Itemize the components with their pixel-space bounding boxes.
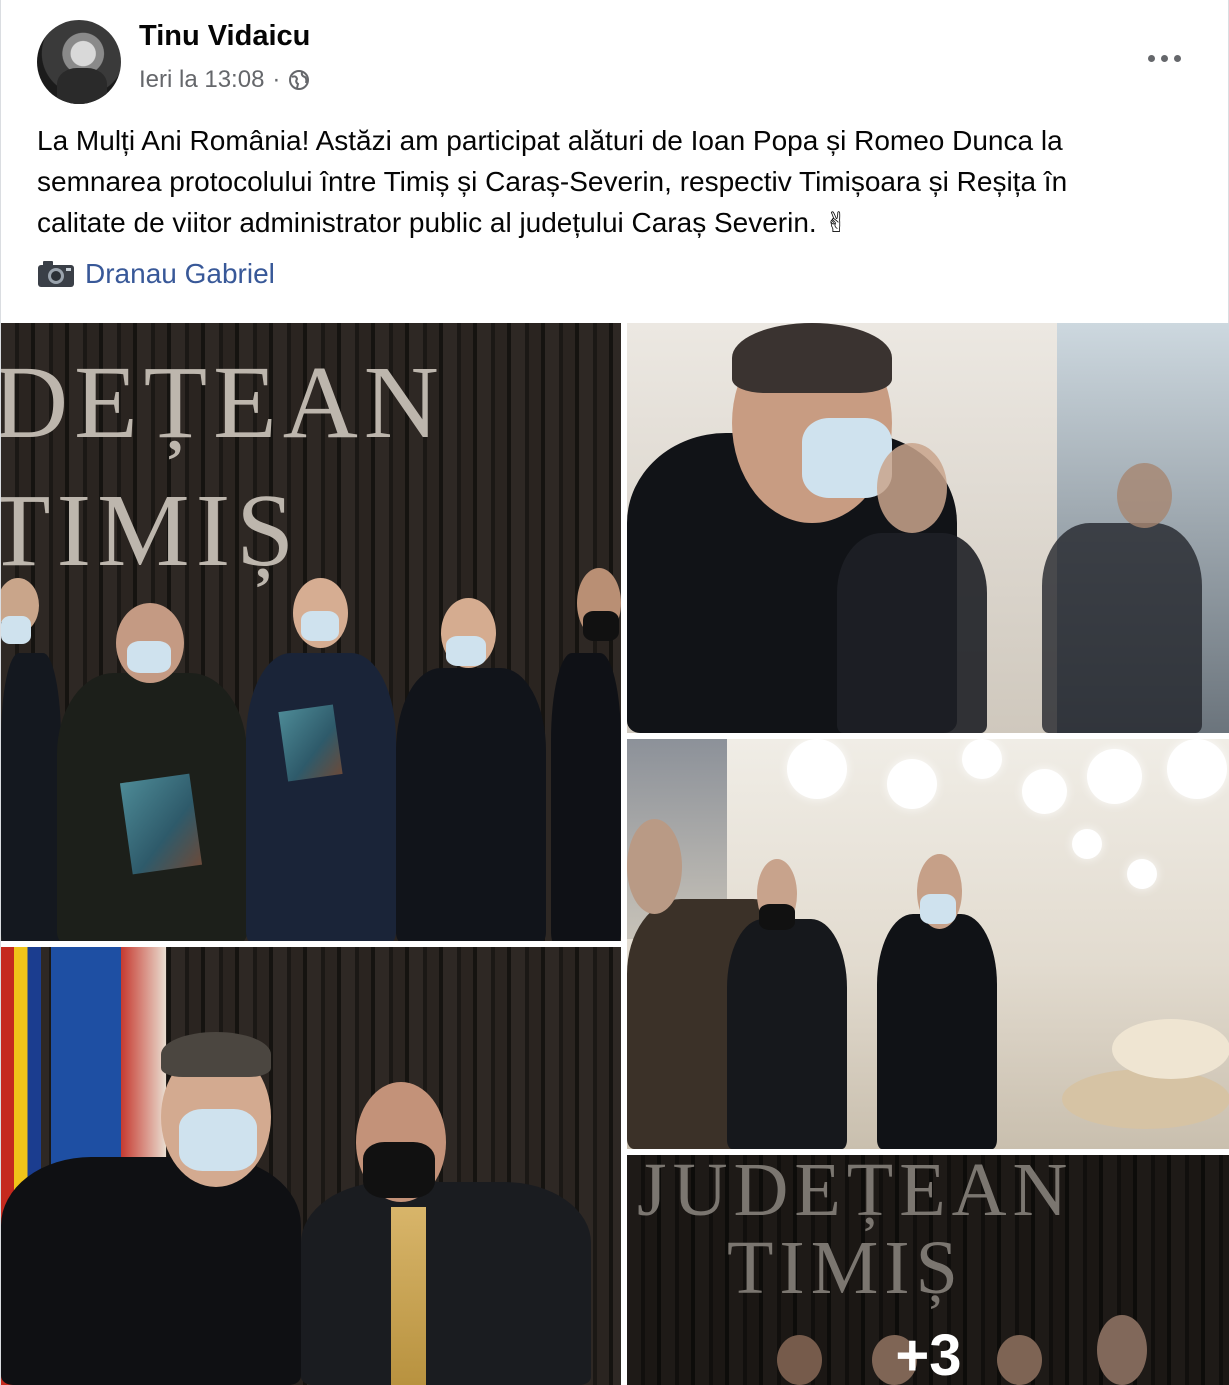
photo-4[interactable]: [1, 947, 621, 1385]
camera-icon: [37, 259, 75, 289]
author-avatar[interactable]: [37, 20, 121, 104]
post-timestamp[interactable]: Ieri la 13:08: [139, 66, 264, 94]
wall-lettering: DEȚEAN: [1, 345, 445, 460]
photo-3[interactable]: [627, 739, 1229, 1149]
meta-separator: ·: [272, 66, 281, 93]
post-text-line: semnarea protocolului între Timiș și Car…: [37, 166, 1068, 197]
photo-2[interactable]: [627, 323, 1229, 733]
more-options-icon[interactable]: [1140, 40, 1188, 76]
photographer-link[interactable]: Dranau Gabriel: [85, 258, 275, 290]
photo-5[interactable]: JUDEȚEAN TIMIȘ +3: [627, 1155, 1229, 1385]
more-photos-overlay[interactable]: +3: [627, 1155, 1229, 1385]
post-text-line: calitate de viitor administrator public …: [37, 207, 848, 238]
feed-post: Tinu Vidaicu Ieri la 13:08 · La Mulți An…: [0, 0, 1229, 1385]
more-photos-count: +3: [895, 1323, 962, 1385]
photo-grid: DEȚEAN TIMIȘ JUDEȚEAN TIMIȘ +3: [1, 323, 1229, 1385]
photo-1[interactable]: DEȚEAN TIMIȘ: [1, 323, 621, 941]
post-text: La Mulți Ani România! Astăzi am particip…: [37, 120, 1207, 243]
wall-lettering: TIMIȘ: [1, 473, 301, 588]
author-name[interactable]: Tinu Vidaicu: [139, 20, 310, 53]
post-meta: Ieri la 13:08 ·: [139, 66, 310, 94]
globe-icon[interactable]: [288, 69, 310, 91]
post-text-line: La Mulți Ani România! Astăzi am particip…: [37, 125, 1063, 156]
photo-credit: Dranau Gabriel: [37, 258, 275, 290]
